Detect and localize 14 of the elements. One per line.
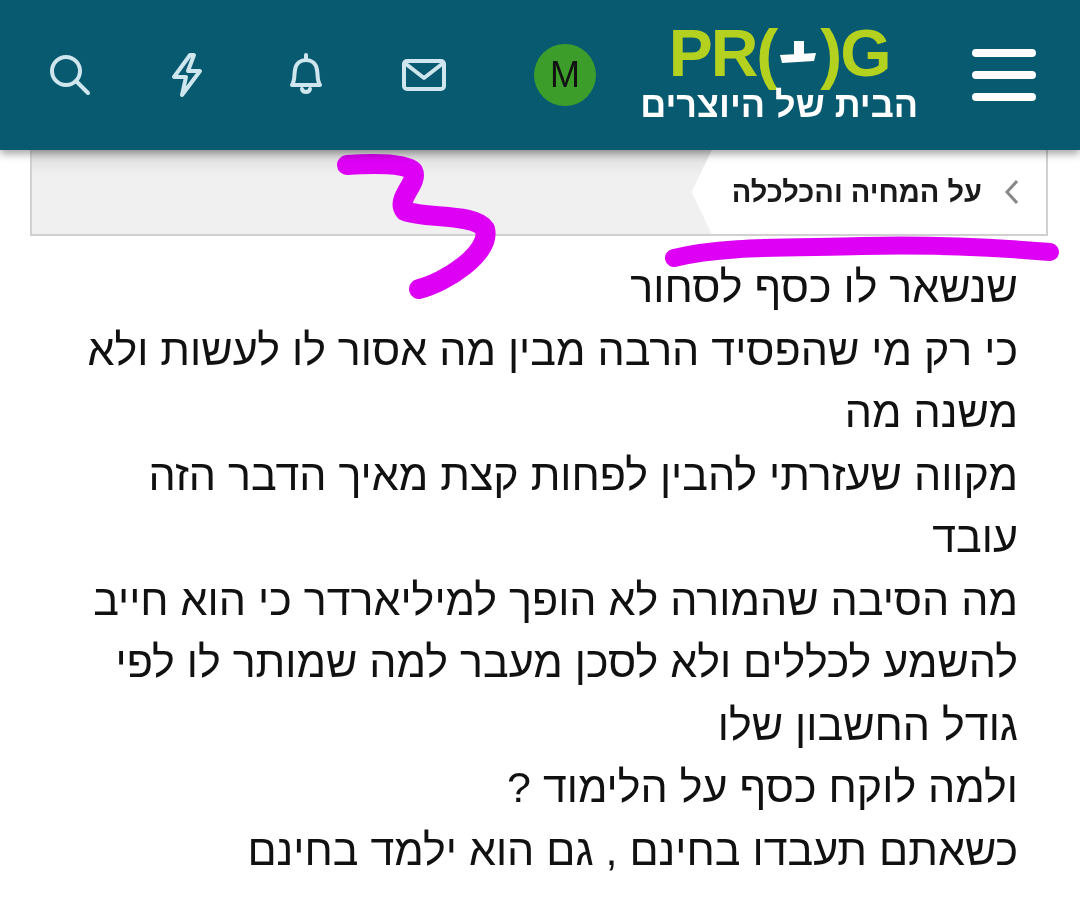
post-text-line: כי רק מי שהפסיד הרבה מבין מה אסור לו לעשות ולא [87, 324, 1018, 375]
post-text-line: גודל החשבון שלו [717, 699, 1018, 750]
breadcrumb-link[interactable]: על המחיה והכלכלה [691, 150, 1046, 234]
post-text-line: מקווה שעזרתי להבין לפחות קצת מאיך הדבר הזה [148, 449, 1018, 500]
post-text-line: שנשאר לו כסף לסחור [630, 262, 1018, 312]
post-text-line: עובד [932, 512, 1018, 562]
menu-icon[interactable] [972, 47, 1036, 103]
post-text-line: ולמה לוקח כסף על הלימוד ? [507, 762, 1018, 812]
post-text-line: משנה מה [844, 387, 1018, 437]
chevron-icon [1004, 178, 1020, 206]
user-avatar[interactable]: M [534, 44, 596, 106]
post-text-line: להשמע לכללים ולא לסכן מעבר למה שמותר לו לפי [115, 637, 1018, 687]
post-text-line: מה הסיבה שהמורה לא הופך למיליארדר כי הוא חייב [93, 574, 1018, 625]
post-text-line: כשאתם תעבדו בחינם , גם הוא ילמד בחינם [247, 824, 1018, 875]
